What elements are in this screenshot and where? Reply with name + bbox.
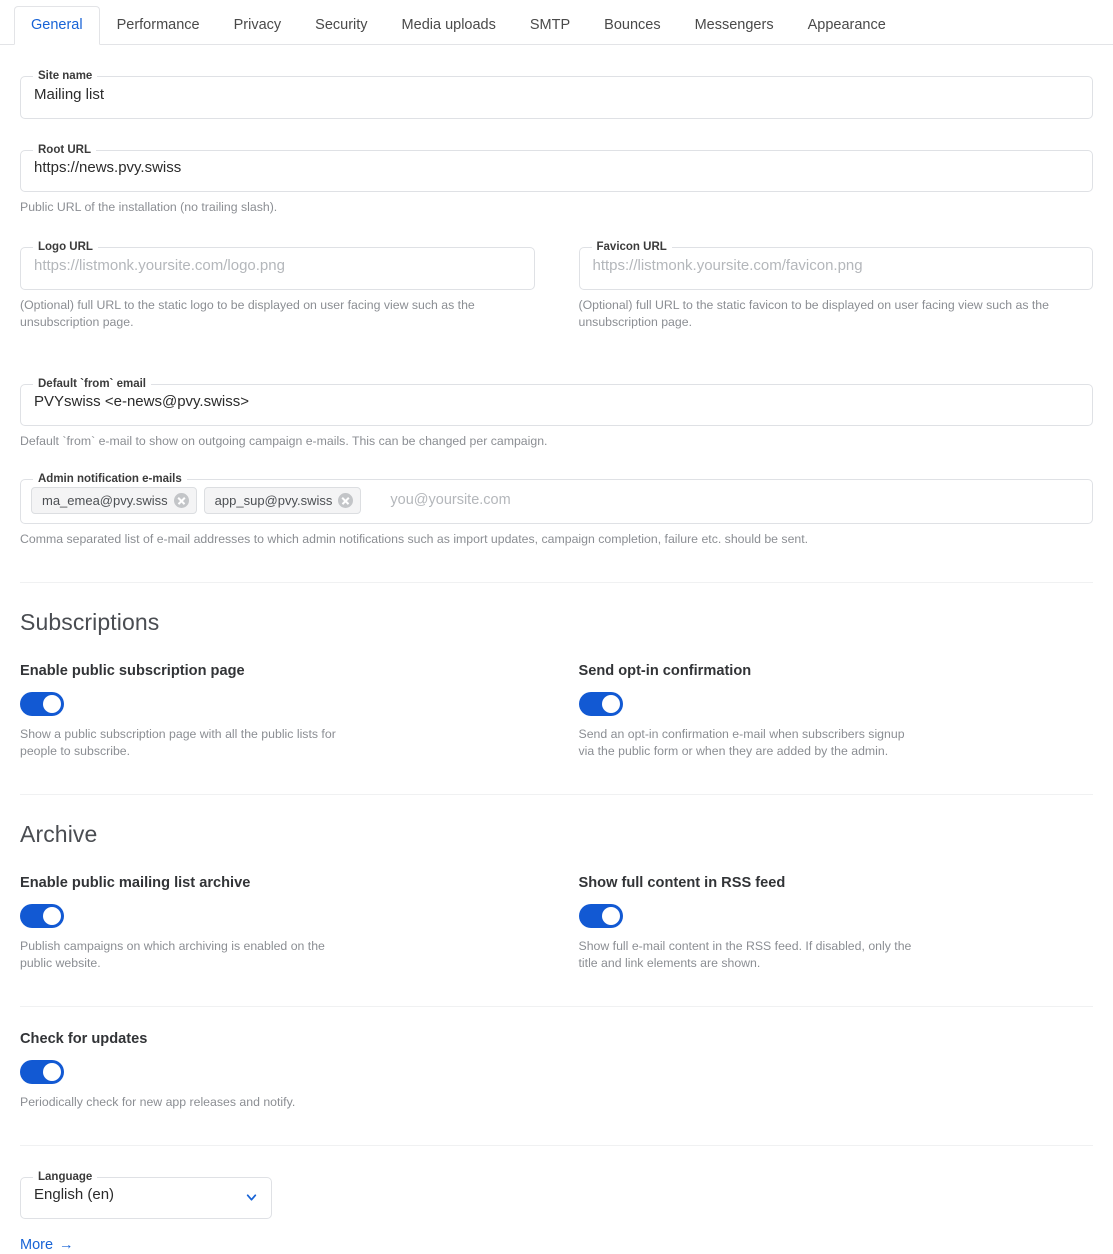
tab-label: Privacy	[233, 16, 282, 33]
tab-label: Appearance	[807, 16, 886, 33]
root-url-field: Root URL Public URL of the installation …	[20, 143, 1093, 217]
language-outline: Language	[20, 1170, 272, 1219]
close-circle-icon[interactable]	[338, 492, 354, 508]
toggle-label: Enable public subscription page	[20, 662, 245, 679]
enable-public-archive-toggle[interactable]	[20, 903, 64, 928]
favicon-url-help: (Optional) full URL to the static favico…	[578, 297, 1050, 329]
tab-privacy[interactable]: Privacy	[217, 6, 299, 46]
tab-media-uploads[interactable]: Media uploads	[385, 6, 513, 46]
subscriptions-section-title: Subscriptions	[20, 608, 160, 635]
show-full-content-rss-block: Show full content in RSS feed Show full …	[557, 848, 1094, 972]
enable-public-archive-block: Enable public mailing list archive Publi…	[20, 848, 557, 972]
email-chip-text: ma_emea@pvy.swiss	[42, 492, 168, 508]
email-chip-text: app_sup@pvy.swiss	[214, 492, 333, 508]
section-divider	[20, 1005, 1093, 1007]
tab-performance[interactable]: Performance	[100, 6, 217, 46]
admin-emails-outline: Admin notification e-mails ma_emea@pvy.s…	[20, 473, 1093, 524]
settings-tab-bar: General Performance Privacy Security Med…	[0, 0, 1113, 45]
logo-url-field: Logo URL (Optional) full URL to the stat…	[20, 216, 557, 331]
toggle-knob	[601, 906, 620, 925]
toggle-help: Publish campaigns on which archiving is …	[20, 938, 325, 970]
check-for-updates-block: Check for updates Periodically check for…	[20, 1031, 1093, 1111]
language-field: Language	[20, 1170, 272, 1219]
show-full-content-rss-toggle[interactable]	[578, 903, 623, 928]
root-url-label: Root URL	[38, 143, 92, 156]
logo-favicon-row: Logo URL (Optional) full URL to the stat…	[20, 216, 1093, 331]
toggle-help: Send an opt-in confirmation e-mail when …	[578, 726, 905, 758]
tab-label: Messengers	[694, 16, 774, 33]
section-divider	[20, 1144, 1093, 1146]
more-link-label: More	[20, 1237, 54, 1253]
section-divider	[20, 581, 1093, 583]
from-email-help: Default `from` e-mail to show on outgoin…	[20, 434, 548, 448]
tab-label: Security	[315, 16, 368, 33]
tab-label: Performance	[116, 16, 200, 33]
root-url-input[interactable]	[21, 156, 1092, 191]
toggle-label: Show full content in RSS feed	[578, 874, 786, 891]
from-email-field: Default `from` email Default `from` e-ma…	[20, 377, 1093, 451]
favicon-url-label: Favicon URL	[596, 241, 667, 253]
archive-toggles-row: Enable public mailing list archive Publi…	[20, 848, 1093, 972]
check-for-updates-toggle[interactable]	[20, 1059, 64, 1084]
toggle-knob	[601, 694, 620, 713]
logo-url-help: (Optional) full URL to the static logo t…	[20, 297, 475, 329]
toggle-help: Periodically check for new app releases …	[20, 1094, 296, 1109]
enable-public-subscription-page-toggle[interactable]	[20, 691, 64, 716]
admin-emails-field: Admin notification e-mails ma_emea@pvy.s…	[20, 473, 1093, 548]
toggle-label: Enable public mailing list archive	[20, 874, 251, 891]
toggle-label: Check for updates	[20, 1030, 148, 1047]
tab-label: Media uploads	[401, 16, 496, 33]
subscriptions-toggles-row: Enable public subscription page Show a p…	[20, 636, 1093, 760]
admin-emails-input[interactable]	[368, 489, 1082, 511]
email-chip: app_sup@pvy.swiss	[203, 486, 362, 514]
site-name-label: Site name	[38, 70, 93, 82]
site-name-outline: Site name	[20, 70, 1093, 119]
admin-emails-help: Comma separated list of e-mail addresses…	[20, 531, 809, 546]
admin-emails-label: Admin notification e-mails	[38, 473, 182, 485]
tab-messengers[interactable]: Messengers	[678, 6, 791, 46]
toggle-knob	[43, 694, 61, 713]
tab-label: Bounces	[604, 16, 661, 33]
close-circle-icon[interactable]	[173, 492, 189, 508]
toggle-knob	[43, 1062, 61, 1081]
tab-general[interactable]: General	[14, 5, 100, 45]
enable-public-subscription-page-block: Enable public subscription page Show a p…	[20, 636, 557, 760]
language-select[interactable]	[21, 1183, 271, 1218]
root-url-outline: Root URL	[20, 143, 1093, 192]
section-divider	[20, 793, 1093, 795]
favicon-url-outline: Favicon URL	[578, 241, 1093, 290]
more-link[interactable]: More →	[20, 1237, 74, 1253]
from-email-outline: Default `from` email	[20, 377, 1093, 426]
archive-section-title: Archive	[20, 820, 98, 847]
site-name-input[interactable]	[21, 82, 1092, 118]
tab-bounces[interactable]: Bounces	[587, 6, 677, 46]
favicon-url-field: Favicon URL (Optional) full URL to the s…	[557, 216, 1093, 331]
favicon-url-input[interactable]	[579, 253, 1092, 289]
general-settings-panel: Site name Root URL Public URL of the ins…	[0, 70, 1113, 1254]
site-name-field: Site name	[20, 70, 1093, 119]
language-label: Language	[38, 1170, 93, 1183]
tab-security[interactable]: Security	[298, 6, 384, 46]
tab-label: General	[31, 16, 83, 33]
logo-url-input[interactable]	[21, 253, 534, 289]
toggle-knob	[43, 906, 61, 925]
tab-label: SMTP	[529, 16, 571, 33]
root-url-help: Public URL of the installation (no trail…	[20, 200, 278, 214]
logo-url-outline: Logo URL	[20, 241, 535, 290]
send-optin-confirmation-block: Send opt-in confirmation Send an opt-in …	[557, 636, 1094, 760]
logo-url-label: Logo URL	[38, 241, 93, 253]
tab-appearance[interactable]: Appearance	[791, 6, 903, 46]
tab-smtp[interactable]: SMTP	[513, 6, 587, 46]
admin-emails-chip-list: ma_emea@pvy.swiss app_sup@pvy.swiss	[21, 486, 1092, 523]
arrow-right-icon: →	[59, 1237, 74, 1253]
toggle-help: Show full e-mail content in the RSS feed…	[578, 938, 912, 970]
email-chip: ma_emea@pvy.swiss	[31, 486, 197, 514]
toggle-label: Send opt-in confirmation	[578, 662, 752, 679]
from-email-input[interactable]	[21, 390, 1092, 425]
send-optin-confirmation-toggle[interactable]	[578, 691, 623, 716]
from-email-label: Default `from` email	[38, 377, 146, 390]
toggle-help: Show a public subscription page with all…	[20, 726, 336, 758]
